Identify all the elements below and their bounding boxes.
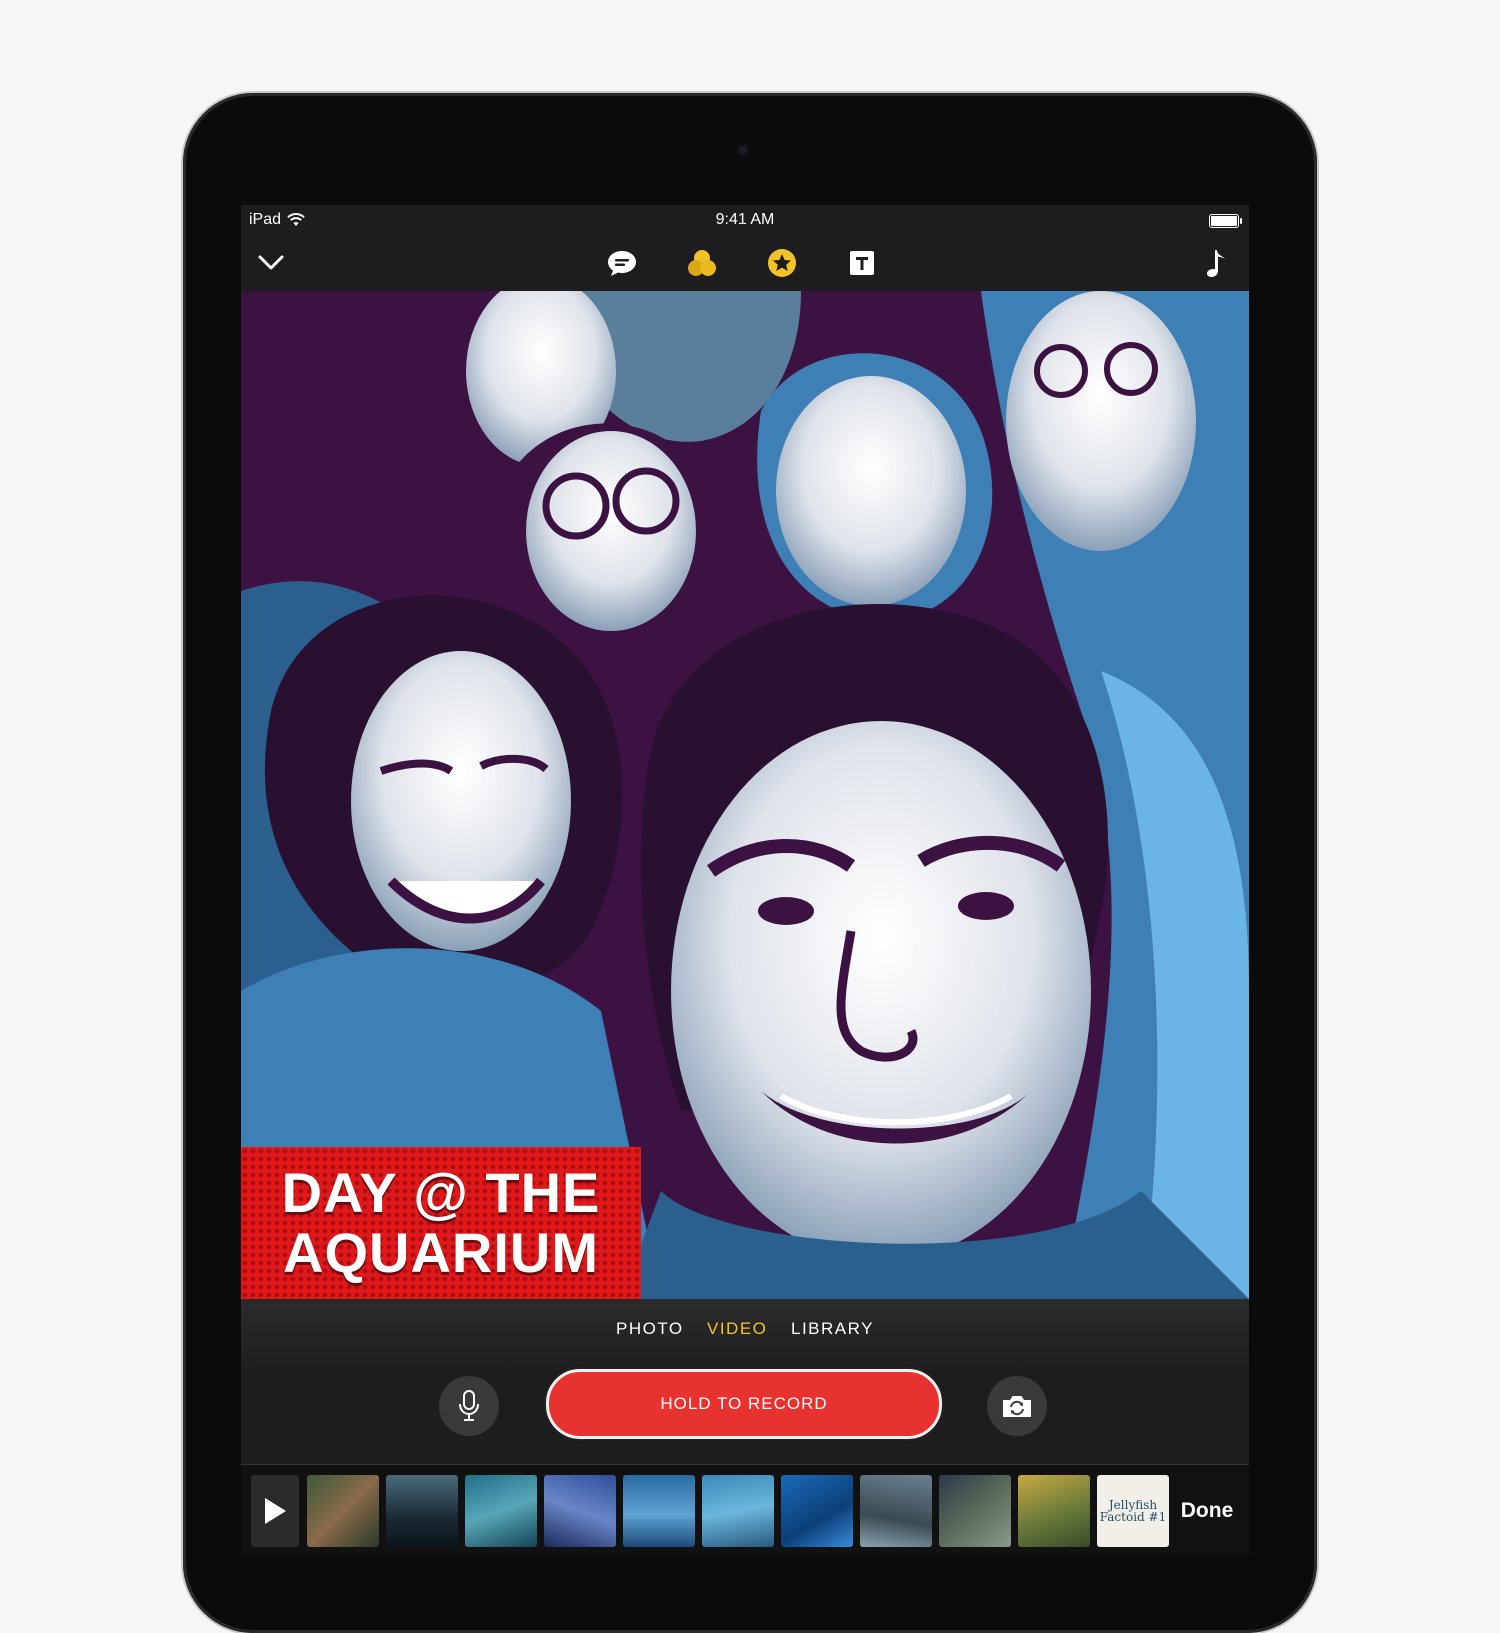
clip-thumbnail[interactable] <box>939 1475 1011 1547</box>
clip-thumbnail[interactable] <box>307 1475 379 1547</box>
clip-thumbnail[interactable] <box>860 1475 932 1547</box>
music-note-icon <box>1207 250 1225 277</box>
play-button[interactable] <box>251 1475 299 1547</box>
clip-thumbnail[interactable] <box>623 1475 695 1547</box>
clip-thumbnail[interactable] <box>702 1475 774 1547</box>
title-card[interactable]: DAY @ THE AQUARIUM <box>241 1147 641 1299</box>
front-camera <box>736 143 750 157</box>
collapse-button[interactable] <box>253 245 289 281</box>
mode-photo[interactable]: PHOTO <box>616 1319 684 1339</box>
music-button[interactable] <box>1199 245 1235 281</box>
ipad-device: iPad 9:41 AM DAY @ THE AQUARIUM PHOTO VI… <box>183 93 1317 1633</box>
text-button[interactable] <box>844 245 880 281</box>
mode-library[interactable]: LIBRARY <box>791 1319 874 1339</box>
microphone-icon <box>459 1390 479 1421</box>
chevron-down-icon <box>258 255 284 270</box>
flip-camera-button[interactable] <box>987 1376 1047 1436</box>
clip-timeline: Jellyfish Factoid #1 Done <box>241 1464 1249 1555</box>
clip-thumbnail[interactable] <box>781 1475 853 1547</box>
status-time: 9:41 AM <box>715 211 775 228</box>
speech-bubble-icon <box>608 251 636 276</box>
done-button[interactable]: Done <box>1171 1475 1243 1547</box>
status-bar: iPad 9:41 AM <box>241 205 1249 235</box>
camera-viewfinder[interactable]: DAY @ THE AQUARIUM <box>241 291 1249 1299</box>
clip-thumbnail[interactable] <box>544 1475 616 1547</box>
text-icon <box>850 251 874 275</box>
mode-video[interactable]: VIDEO <box>707 1319 767 1339</box>
top-toolbar <box>241 235 1249 291</box>
capture-mode-switcher: PHOTO VIDEO LIBRARY <box>241 1299 1249 1369</box>
screen: iPad 9:41 AM DAY @ THE AQUARIUM PHOTO VI… <box>241 205 1249 1555</box>
record-controls: HOLD TO RECORD <box>241 1369 1249 1464</box>
title-card-line1: DAY @ THE <box>281 1161 601 1224</box>
microphone-button[interactable] <box>439 1376 499 1436</box>
flip-camera-icon <box>1003 1396 1031 1417</box>
clip-thumbnail[interactable] <box>1018 1475 1090 1547</box>
text-clip-thumbnail[interactable]: Jellyfish Factoid #1 <box>1097 1475 1169 1547</box>
play-icon <box>265 1498 286 1524</box>
hold-to-record-button[interactable]: HOLD TO RECORD <box>546 1369 942 1439</box>
battery-icon <box>1209 214 1242 228</box>
speech-bubble-button[interactable] <box>604 245 640 281</box>
stickers-button[interactable] <box>764 245 800 281</box>
clip-thumbnail[interactable] <box>465 1475 537 1547</box>
title-card-line2: AQUARIUM <box>283 1221 599 1284</box>
clip-thumbnail[interactable] <box>386 1475 458 1547</box>
filters-button[interactable] <box>684 245 720 281</box>
filters-icon <box>688 250 716 276</box>
stickers-star-icon <box>768 249 796 277</box>
